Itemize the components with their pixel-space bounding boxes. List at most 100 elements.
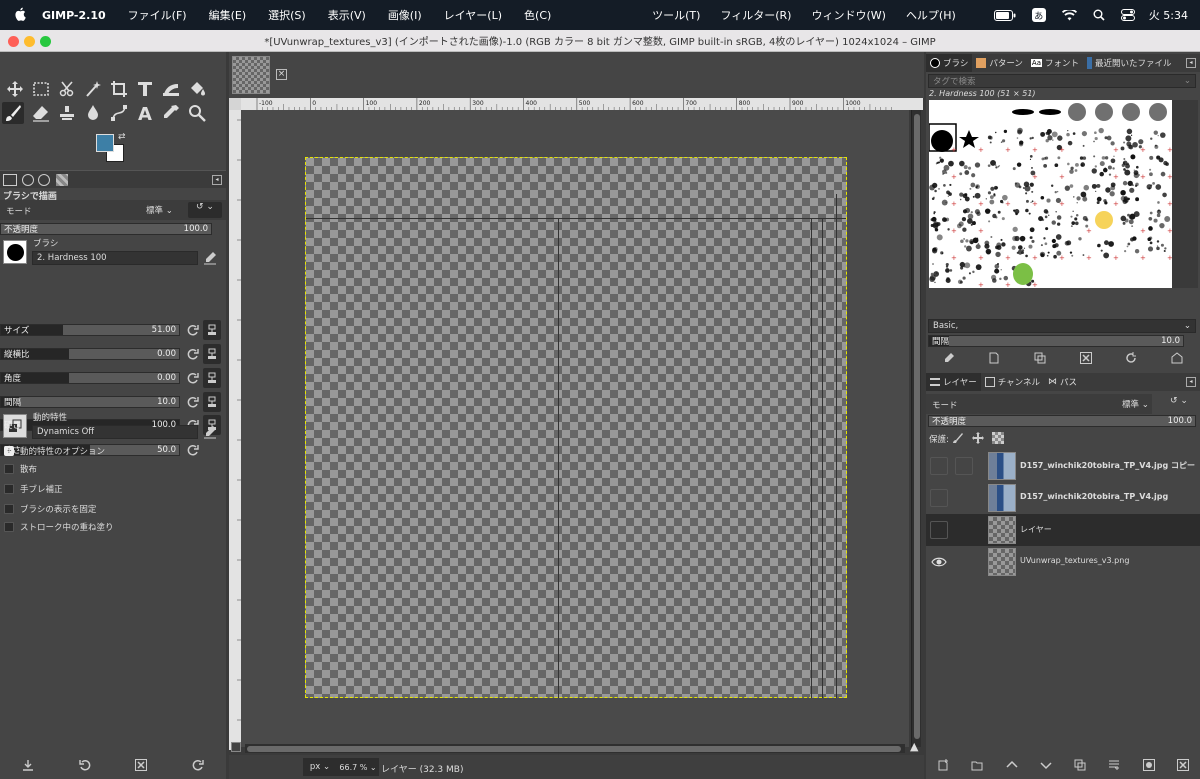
aspect-ratio-link-device-icon[interactable]: [203, 344, 221, 364]
menu-image[interactable]: 画像(I): [388, 7, 422, 23]
brush-thumbnail[interactable]: [931, 130, 953, 152]
save-tool-preset-icon[interactable]: [22, 759, 34, 774]
eraser-tool-icon[interactable]: [30, 102, 52, 124]
delete-layer-icon[interactable]: [1176, 758, 1189, 774]
rect-select-tool-icon[interactable]: [30, 78, 52, 100]
brush-thumbnail[interactable]: [1070, 210, 1089, 228]
tab-brushes[interactable]: ブラシ: [926, 54, 973, 72]
paintbrush-tool-icon[interactable]: [2, 102, 24, 124]
layer-opacity-slider[interactable]: 不透明度 100.0: [928, 415, 1196, 427]
checkbox-incremental[interactable]: ストローク中の重ね塗り: [4, 521, 114, 533]
horizontal-ruler[interactable]: -100 0 100 200 300 400 500 600 700 800 900 1000: [241, 98, 923, 110]
layer-name[interactable]: UVunwrap_textures_v3.png: [1020, 556, 1129, 565]
bucket-fill-tool-icon[interactable]: [186, 78, 208, 100]
visibility-toggle[interactable]: [930, 457, 948, 475]
aspect-ratio-slider[interactable]: 縦横比 0.00: [0, 348, 180, 360]
zoom-tool-icon[interactable]: [186, 102, 208, 124]
brush-thumbnail[interactable]: [1147, 236, 1167, 252]
crop-tool-icon[interactable]: [108, 78, 130, 100]
swap-colors-icon[interactable]: ⇄: [118, 132, 126, 142]
layer-thumbnail[interactable]: [988, 548, 1016, 576]
tab-channels[interactable]: チャンネル: [981, 373, 1044, 391]
brush-thumbnail[interactable]: [930, 211, 950, 232]
spotlight-search-icon[interactable]: [1093, 9, 1105, 21]
reset-mode-button[interactable]: ↺ ⌄: [188, 202, 222, 218]
free-select-tool-icon[interactable]: [56, 78, 78, 100]
refresh-brushes-icon[interactable]: [1125, 351, 1137, 367]
zoom-select[interactable]: 66.7 % ⌄: [337, 758, 379, 776]
edit-brush-icon[interactable]: [201, 249, 219, 267]
menu-tools[interactable]: ツール(T): [652, 7, 700, 23]
input-method-icon[interactable]: あ: [1031, 8, 1046, 22]
clone-tool-icon[interactable]: [56, 102, 78, 124]
layer-thumbnail[interactable]: [988, 452, 1016, 480]
lock-pixels-icon[interactable]: [952, 432, 964, 447]
delete-tool-preset-icon[interactable]: [135, 758, 148, 774]
force-reset-icon[interactable]: [184, 441, 202, 459]
brush-thumbnail[interactable]: [1091, 155, 1116, 177]
brush-thumbnail[interactable]: [1121, 154, 1141, 179]
chain-toggle[interactable]: [955, 457, 973, 475]
brush-thumbnail[interactable]: [1124, 236, 1140, 254]
layer-row[interactable]: UVunwrap_textures_v3.png: [926, 546, 1200, 578]
brush-thumbnail[interactable]: [929, 262, 953, 284]
menu-colors[interactable]: 色(C): [524, 7, 551, 23]
checkbox-smooth-stroke[interactable]: 手ブレ補正: [4, 483, 63, 495]
layer-mask-icon[interactable]: [1142, 758, 1155, 774]
menu-view[interactable]: 表示(V): [328, 7, 366, 23]
brush-as-image-icon[interactable]: [1171, 351, 1183, 367]
edit-brush-icon[interactable]: [943, 352, 955, 367]
horizontal-scrollbar[interactable]: [245, 744, 905, 753]
menu-help[interactable]: ヘルプ(H): [906, 7, 956, 23]
checkbox-lock-brush-view[interactable]: ブラシの表示を固定: [4, 503, 96, 515]
angle-slider[interactable]: 角度 0.00: [0, 372, 180, 384]
paths-tool-icon[interactable]: [108, 102, 130, 124]
brush-thumbnail[interactable]: [1066, 129, 1087, 147]
brush-thumbnail[interactable]: [1039, 109, 1061, 115]
images-tab-icon[interactable]: [56, 174, 68, 186]
spacing-reset-icon[interactable]: [184, 393, 202, 411]
size-link-device-icon[interactable]: [203, 320, 221, 340]
lower-layer-icon[interactable]: [1040, 759, 1052, 774]
brush-preview[interactable]: [3, 240, 27, 264]
device-status-tab-icon[interactable]: [22, 174, 34, 186]
menu-edit[interactable]: 編集(E): [209, 7, 247, 23]
layer-row[interactable]: D157_winchik20tobira_TP_V4.jpg: [926, 482, 1200, 514]
layer-name[interactable]: レイヤー: [1020, 524, 1052, 535]
brush-thumbnail[interactable]: [1011, 263, 1035, 287]
brush-thumbnail[interactable]: [1097, 240, 1114, 259]
lock-position-icon[interactable]: [972, 432, 984, 447]
close-image-tab-icon[interactable]: ×: [276, 69, 287, 80]
edit-dynamics-icon[interactable]: [201, 423, 219, 441]
brush-thumbnail[interactable]: [1120, 211, 1140, 228]
brush-grid[interactable]: + + + + + + + + + + + + + + + + + + + + + + + + + + + + + + + + + + + + + +: [929, 100, 1172, 288]
layer-row[interactable]: レイヤー: [926, 514, 1200, 546]
brush-thumbnail[interactable]: [1041, 156, 1061, 168]
brush-thumbnail[interactable]: [1149, 103, 1167, 121]
navigate-corner-icon[interactable]: [231, 742, 241, 752]
brush-grid-scroll-area[interactable]: [1172, 100, 1198, 288]
tab-patterns[interactable]: パターン: [972, 54, 1027, 72]
brush-thumbnail[interactable]: [990, 262, 1009, 283]
visibility-toggle[interactable]: [930, 521, 948, 539]
brush-thumbnail[interactable]: [1016, 127, 1034, 147]
brush-thumbnail[interactable]: [987, 129, 1008, 144]
brush-name-field[interactable]: 2. Hardness 100: [32, 251, 198, 265]
layer-thumbnail[interactable]: [988, 516, 1016, 544]
vertical-ruler[interactable]: [229, 110, 241, 750]
delete-brush-icon[interactable]: [1079, 351, 1092, 367]
control-center-icon[interactable]: [1120, 9, 1135, 21]
angle-reset-icon[interactable]: [184, 369, 202, 387]
dock-menu-icon[interactable]: ◂: [212, 175, 222, 185]
brush-thumbnail[interactable]: [1068, 103, 1086, 121]
brush-thumbnail[interactable]: [1067, 156, 1087, 174]
brush-thumbnail[interactable]: [1040, 184, 1061, 204]
brush-thumbnail[interactable]: [1091, 182, 1116, 205]
spacing-link-device-icon[interactable]: [203, 392, 221, 412]
image-canvas[interactable]: [305, 157, 847, 698]
window-zoom-button[interactable]: [40, 36, 51, 47]
menu-file[interactable]: ファイル(F): [128, 7, 187, 23]
brush-thumbnail[interactable]: [987, 159, 1001, 169]
battery-icon[interactable]: [993, 9, 1016, 21]
move-tool-icon[interactable]: [4, 78, 26, 100]
